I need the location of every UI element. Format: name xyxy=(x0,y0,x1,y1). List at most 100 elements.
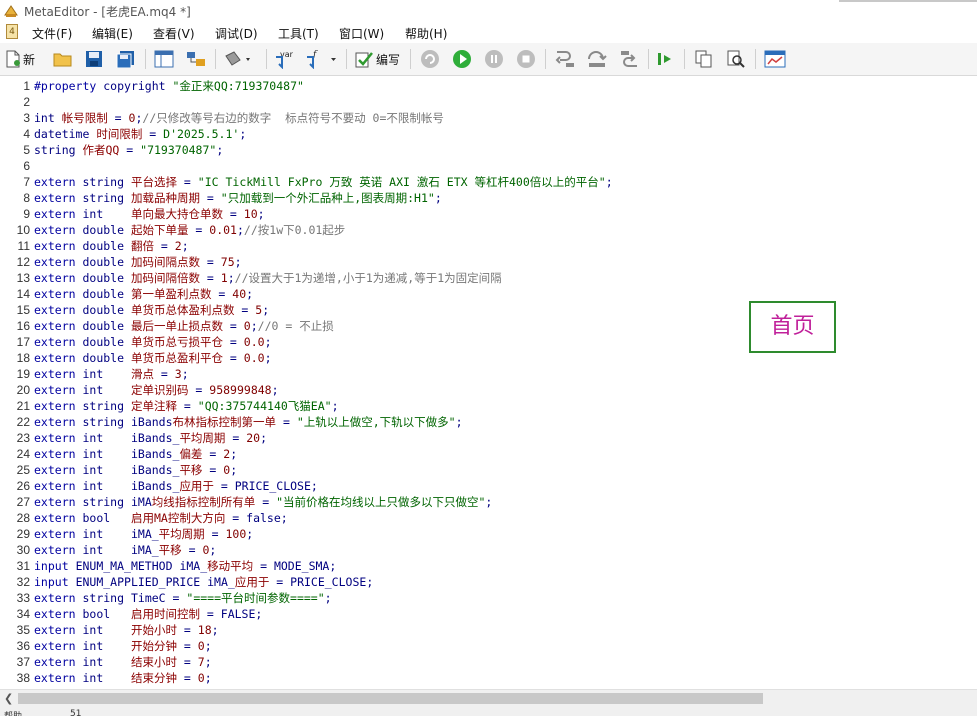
compile-button[interactable]: 编写 xyxy=(354,48,400,70)
status-help: 帮助 xyxy=(4,709,22,716)
styler-button[interactable] xyxy=(223,48,253,70)
code-text: extern string 定单注释 = "QQ:375744140飞猫EA"; xyxy=(34,399,339,413)
line-number: 19 xyxy=(16,367,30,381)
scroll-left-icon[interactable]: ❮ xyxy=(4,692,13,705)
code-text: extern bool 启用时间控制 = FALSE; xyxy=(34,607,263,621)
toolbox-icon xyxy=(187,52,205,66)
code-line[interactable]: 8 extern string 加载品种周期 = "只加载到一个外汇品种上,图表周… xyxy=(0,190,977,206)
find-button[interactable] xyxy=(726,48,746,70)
menu-bar: 4 文件(F) 编辑(E) 查看(V) 调试(D) 工具(T) 窗口(W) 帮助… xyxy=(0,22,977,44)
save-all-icon xyxy=(116,51,134,68)
code-line[interactable]: 5 string 作者QQ = "719370487"; xyxy=(0,142,977,158)
start-debug-button[interactable] xyxy=(452,48,472,70)
code-line[interactable]: 30 extern int iMA_平移 = 0; xyxy=(0,542,977,558)
compile-label: 编写 xyxy=(376,52,401,67)
code-line[interactable]: 36 extern int 开始分钟 = 0; xyxy=(0,638,977,654)
insert-function-button[interactable]: f xyxy=(305,48,339,70)
start-debug-icon xyxy=(453,50,471,68)
code-line[interactable]: 37 extern int 结束小时 = 7; xyxy=(0,654,977,670)
code-line[interactable]: 3 int 帐号限制 = 0;//只修改等号右边的数字 标点符号不要动 0=不限制… xyxy=(0,110,977,126)
code-text: datetime 时间限制 = D'2025.5.1'; xyxy=(34,127,247,141)
save-button[interactable] xyxy=(85,48,103,70)
code-line[interactable]: 11 extern double 翻倍 = 2; xyxy=(0,238,977,254)
terminal-button[interactable] xyxy=(764,48,786,70)
code-line[interactable]: 31 input ENUM_MA_METHOD iMA_移动平均 = MODE_S… xyxy=(0,558,977,574)
go-to-button[interactable] xyxy=(656,48,676,70)
code-line[interactable]: 13 extern double 加码间隔倍数 = 1;//设置大于1为递增,小于… xyxy=(0,270,977,286)
toolbar-separator xyxy=(755,49,756,69)
stop-button[interactable] xyxy=(516,48,536,70)
code-line[interactable]: 20 extern int 定单识别码 = 958999848; xyxy=(0,382,977,398)
new-button[interactable]: 新 xyxy=(5,48,35,70)
code-text: extern int 结束小时 = 7; xyxy=(34,655,212,669)
code-line[interactable]: 29 extern int iMA_平均周期 = 100; xyxy=(0,526,977,542)
line-number: 5 xyxy=(23,143,30,157)
line-number: 11 xyxy=(17,239,30,253)
code-line[interactable]: 38 extern int 结束分钟 = 0; xyxy=(0,670,977,686)
horizontal-scrollbar[interactable]: ❮ xyxy=(0,689,977,707)
code-line[interactable]: 7 extern string 平台选择 = "IC TickMill FxPro… xyxy=(0,174,977,190)
code-line[interactable]: 22 extern string iBands布林指标控制第一单 = "上轨以上做… xyxy=(0,414,977,430)
code-line[interactable]: 2 xyxy=(0,94,977,110)
code-line[interactable]: 4 datetime 时间限制 = D'2025.5.1'; xyxy=(0,126,977,142)
document-icon[interactable]: 4 xyxy=(6,24,18,39)
code-line[interactable]: 25 extern int iBands_平移 = 0; xyxy=(0,462,977,478)
pause-button[interactable] xyxy=(484,48,504,70)
menu-file[interactable]: 文件(F) xyxy=(32,25,72,42)
code-text: extern int iBands_应用于 = PRICE_CLOSE; xyxy=(34,479,318,493)
menu-window[interactable]: 窗口(W) xyxy=(339,25,384,42)
code-line[interactable]: 6 xyxy=(0,158,977,174)
code-text: extern int iBands_平移 = 0; xyxy=(34,463,238,477)
scrollbar-thumb[interactable] xyxy=(18,693,763,704)
code-line[interactable]: 32 input ENUM_APPLIED_PRICE iMA_应用于 = PRI… xyxy=(0,574,977,590)
code-line[interactable]: 26 extern int iBands_应用于 = PRICE_CLOSE; xyxy=(0,478,977,494)
step-over-button[interactable] xyxy=(586,48,608,70)
toolbox-button[interactable] xyxy=(186,48,206,70)
step-into-button[interactable] xyxy=(554,48,576,70)
terminal-icon xyxy=(764,50,786,68)
line-number: 13 xyxy=(16,271,30,285)
copy-button[interactable] xyxy=(694,48,714,70)
stop-compile-button[interactable] xyxy=(420,48,440,70)
code-text: extern double 单货币总体盈利点数 = 5; xyxy=(34,303,270,317)
styler-icon xyxy=(225,51,250,66)
line-number: 37 xyxy=(16,655,30,669)
code-text: extern int 单向最大持仓单数 = 10; xyxy=(34,207,265,221)
line-number: 14 xyxy=(16,287,30,301)
new-label: 新 xyxy=(23,52,36,67)
line-number: 22 xyxy=(16,415,30,429)
code-line[interactable]: 14 extern double 第一单盈利点数 = 40; xyxy=(0,286,977,302)
code-line[interactable]: 10 extern double 起始下单量 = 0.01;//按1w下0.01起… xyxy=(0,222,977,238)
code-line[interactable]: 24 extern int iBands_偏差 = 2; xyxy=(0,446,977,462)
code-line[interactable]: 34 extern bool 启用时间控制 = FALSE; xyxy=(0,606,977,622)
save-all-button[interactable] xyxy=(116,48,136,70)
menu-help[interactable]: 帮助(H) xyxy=(405,25,447,42)
menu-tools[interactable]: 工具(T) xyxy=(278,25,319,42)
code-text: extern double 翻倍 = 2; xyxy=(34,239,189,253)
code-line[interactable]: 23 extern int iBands_平均周期 = 20; xyxy=(0,430,977,446)
line-number: 6 xyxy=(23,159,30,173)
code-text: extern double 加码间隔点数 = 75; xyxy=(34,255,242,269)
code-line[interactable]: 19 extern int 滑点 = 3; xyxy=(0,366,977,382)
code-text: extern int 开始分钟 = 0; xyxy=(34,639,212,653)
code-line[interactable]: 9 extern int 单向最大持仓单数 = 10; xyxy=(0,206,977,222)
code-line[interactable]: 28 extern bool 启用MA控制大方向 = false; xyxy=(0,510,977,526)
code-line[interactable]: 27 extern string iMA均线指标控制所有单 = "当前价格在均线以… xyxy=(0,494,977,510)
code-line[interactable]: 35 extern int 开始小时 = 18; xyxy=(0,622,977,638)
code-line[interactable]: 12 extern double 加码间隔点数 = 75; xyxy=(0,254,977,270)
code-editor[interactable]: 1 #property copyright "金正来QQ:719370487" 2 3… xyxy=(0,76,977,689)
code-text: extern string iMA均线指标控制所有单 = "当前价格在均线以上只… xyxy=(34,495,493,509)
code-line[interactable]: 1 #property copyright "金正来QQ:719370487" xyxy=(0,78,977,94)
code-line[interactable]: 21 extern string 定单注释 = "QQ:375744140飞猫EA… xyxy=(0,398,977,414)
step-out-button[interactable] xyxy=(618,48,640,70)
navigator-button[interactable] xyxy=(154,48,174,70)
menu-view[interactable]: 查看(V) xyxy=(153,25,195,42)
menu-debug[interactable]: 调试(D) xyxy=(215,25,258,42)
code-text: #property copyright "金正来QQ:719370487" xyxy=(34,79,304,93)
code-line[interactable]: 33 extern string TimeC = "====平台时间参数===="… xyxy=(0,590,977,606)
open-button[interactable] xyxy=(53,48,73,70)
home-page-button[interactable]: 首页 xyxy=(749,301,836,353)
menu-edit[interactable]: 编辑(E) xyxy=(92,25,133,42)
insert-var-button[interactable]: var xyxy=(274,48,296,70)
step-into-icon xyxy=(555,51,574,67)
